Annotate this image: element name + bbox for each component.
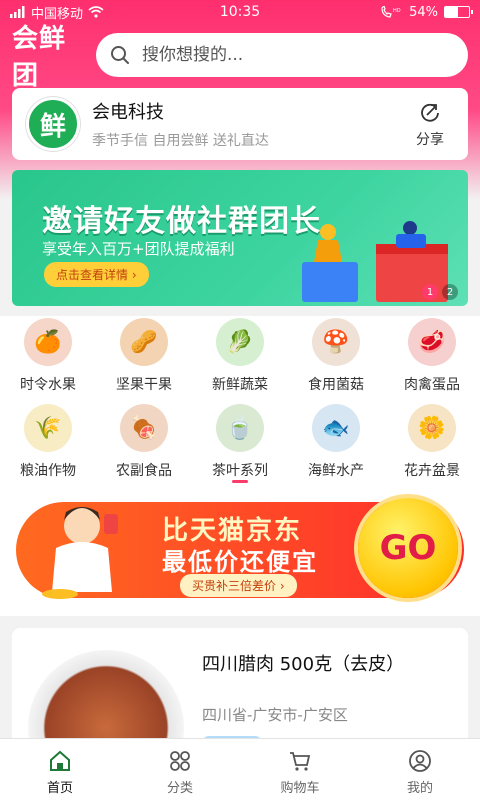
battery-level <box>445 7 458 17</box>
vegetable-icon: 🥬 <box>216 318 264 366</box>
category-label: 新鲜蔬菜 <box>212 377 268 393</box>
category-item[interactable]: 🥜 坚果干果 <box>96 316 192 402</box>
invite-banner[interactable]: 邀请好友做社群团长 享受年入百万+团队提成福利 点击查看详情 › 12 <box>12 170 468 306</box>
category-label: 海鲜水产 <box>308 463 364 479</box>
banner-detail-button[interactable]: 点击查看详情 › <box>44 262 149 287</box>
product-card[interactable]: 四川腊肉 500克（去皮） 四川省-广安市-广安区 <box>12 628 468 748</box>
store-logo: 鲜 <box>26 97 80 151</box>
bottom-tab-bar: 首页 分类 购物车 我的 <box>0 738 480 800</box>
seafood-icon: 🐟 <box>312 404 360 452</box>
tab-profile[interactable]: 我的 <box>360 739 480 800</box>
store-slogan: 季节手信 自用尝鲜 送礼直达 <box>92 133 269 149</box>
promo-go-button[interactable]: GO <box>358 498 458 598</box>
category-item[interactable]: 🥬 新鲜蔬菜 <box>192 316 288 402</box>
category-label: 食用菌菇 <box>308 377 364 393</box>
banner-dot[interactable]: 2 <box>442 284 458 300</box>
tab-cart[interactable]: 购物车 <box>240 739 360 800</box>
share-button[interactable]: 分享 <box>406 100 454 149</box>
store-card[interactable]: 鲜 会电科技 季节手信 自用尝鲜 送礼直达 分享 <box>12 88 468 160</box>
promo-price-guarantee-button[interactable]: 买贵补三倍差价 › <box>180 574 297 597</box>
category-label: 肉禽蛋品 <box>404 377 460 393</box>
grain-icon: 🌾 <box>24 404 72 452</box>
search-box[interactable] <box>96 33 468 77</box>
category-label: 粮油作物 <box>20 463 76 479</box>
cart-icon <box>290 752 311 771</box>
banner-title: 邀请好友做社群团长 <box>42 204 321 239</box>
category-grid: 🍊 时令水果 🥜 坚果干果 🥬 新鲜蔬菜 🍄 食用菌菇 🥩 肉禽蛋品 🌾 粮油作物 🍖 农副食品 🍵 茶叶系列… <box>0 316 480 488</box>
promo-subtitle: 最低价还便宜 <box>162 548 318 576</box>
nuts-icon: 🥜 <box>120 318 168 366</box>
banner-dot[interactable]: 1 <box>422 284 438 300</box>
tab-label: 分类 <box>166 781 193 796</box>
app-logo: 会鲜团 <box>12 24 67 91</box>
fruit-icon: 🍊 <box>24 318 72 366</box>
tab-label: 购物车 <box>280 781 320 796</box>
category-icon <box>170 751 190 771</box>
category-item[interactable]: 🍄 食用菌菇 <box>288 316 384 402</box>
search-input[interactable] <box>142 45 422 65</box>
tab-category[interactable]: 分类 <box>120 739 240 800</box>
promo-person-illustration <box>42 507 118 599</box>
banner-pagination: 12 <box>422 284 458 300</box>
product-name: 四川腊肉 500克（去皮） <box>202 654 405 675</box>
category-label: 茶叶系列 <box>212 463 268 479</box>
category-label: 农副食品 <box>116 463 172 479</box>
category-item[interactable]: 🌼 花卉盆景 <box>384 402 480 488</box>
category-item[interactable]: 🥩 肉禽蛋品 <box>384 316 480 402</box>
category-label: 坚果干果 <box>116 377 172 393</box>
profile-icon <box>409 750 431 772</box>
category-item[interactable]: 🐟 海鲜水产 <box>288 402 384 488</box>
category-label: 时令水果 <box>20 377 76 393</box>
battery-icon <box>444 6 473 18</box>
category-item[interactable]: 🌾 粮油作物 <box>0 402 96 488</box>
category-item[interactable]: 🍵 茶叶系列 <box>192 402 288 488</box>
product-image <box>28 650 184 748</box>
store-info: 会电科技 季节手信 自用尝鲜 送礼直达 <box>92 98 406 150</box>
food-icon: 🍖 <box>120 404 168 452</box>
tab-label: 首页 <box>46 781 73 796</box>
price-promo-banner[interactable]: 比天猫京东 最低价还便宜 买贵补三倍差价 › GO <box>12 492 468 604</box>
product-location: 四川省-广安市-广安区 <box>202 706 348 724</box>
header: 会鲜团 <box>0 24 480 91</box>
flower-icon: 🌼 <box>408 404 456 452</box>
tea-icon: 🍵 <box>216 404 264 452</box>
category-item[interactable]: 🍖 农副食品 <box>96 402 192 488</box>
meat-icon: 🥩 <box>408 318 456 366</box>
category-page-indicator <box>232 480 248 483</box>
share-icon <box>421 103 439 122</box>
tab-home[interactable]: 首页 <box>0 739 120 800</box>
category-label: 花卉盆景 <box>404 463 460 479</box>
home-icon <box>50 750 70 771</box>
tab-label: 我的 <box>406 781 433 796</box>
banner-subtitle: 享受年入百万+团队提成福利 <box>42 240 235 258</box>
search-icon <box>111 46 129 64</box>
store-name: 会电科技 <box>92 102 164 123</box>
mushroom-icon: 🍄 <box>312 318 360 366</box>
category-item[interactable]: 🍊 时令水果 <box>0 316 96 402</box>
share-label: 分享 <box>416 131 444 148</box>
